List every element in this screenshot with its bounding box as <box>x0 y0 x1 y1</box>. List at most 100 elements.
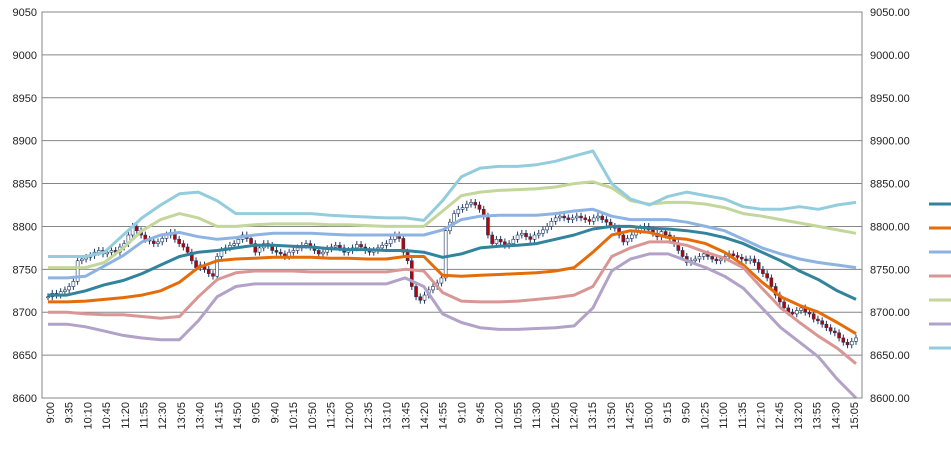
candle-body <box>384 243 389 246</box>
y-tick-label-left: 8750 <box>13 264 37 276</box>
x-tick-label: 9:15 <box>662 402 674 423</box>
x-tick-label: 14:50 <box>232 402 244 430</box>
x-tick-label: 9:05 <box>251 402 263 423</box>
candle-body <box>570 217 575 220</box>
candle-body <box>748 258 753 262</box>
candle-body <box>553 217 558 222</box>
candle-body <box>431 286 435 291</box>
candle-body <box>249 238 253 244</box>
candle-body <box>520 233 524 236</box>
candle-body <box>604 219 609 223</box>
candle-body <box>439 277 444 284</box>
candle-body <box>359 244 363 248</box>
y-tick-label-left: 8800 <box>13 221 37 233</box>
x-tick-label: 10:15 <box>288 402 300 430</box>
x-tick-label: 14:55 <box>438 402 450 430</box>
x-tick-label: 14:15 <box>213 402 225 430</box>
candle-body <box>456 208 461 214</box>
candle-body <box>473 202 478 206</box>
candlesticks <box>46 198 858 349</box>
candle-body <box>541 229 545 234</box>
candle-body <box>845 341 850 346</box>
x-tick-label: 11:25 <box>325 402 337 429</box>
candle-body <box>811 313 816 320</box>
candle-body <box>143 234 148 240</box>
indicator-lines <box>48 149 858 400</box>
candle-body <box>549 220 554 227</box>
candle-body <box>477 204 482 210</box>
candle-body <box>211 273 215 277</box>
candle-body <box>528 236 533 240</box>
candle-body <box>854 337 858 342</box>
candle-body <box>799 307 803 311</box>
candle-body <box>465 203 469 208</box>
candle-body <box>558 215 562 219</box>
candle-body <box>574 215 579 219</box>
x-tick-label: 11:55 <box>138 402 150 429</box>
x-tick-label: 10:45 <box>101 402 113 430</box>
candle-body <box>316 250 321 255</box>
candle-body <box>185 246 190 253</box>
x-tick-label: 13:45 <box>400 402 412 430</box>
candle-body <box>452 213 456 223</box>
series-line-3 <box>48 207 857 280</box>
candle-body <box>536 233 541 236</box>
candle-body <box>109 250 114 253</box>
x-tick-label: 13:55 <box>812 402 824 430</box>
candle-body <box>232 243 236 246</box>
y-tick-label-left: 8900 <box>13 136 37 148</box>
x-tick-label: 10:55 <box>512 402 524 430</box>
candle-body <box>511 239 516 244</box>
candle-body <box>765 273 769 279</box>
candle-body <box>469 202 473 205</box>
candle-body <box>828 327 833 332</box>
x-tick-label: 14:20 <box>419 402 431 430</box>
candle-body <box>236 239 241 244</box>
y-tick-label-right: 8600.00 <box>870 393 910 405</box>
candle-body <box>291 250 296 253</box>
y-tick-label-right: 8950.00 <box>870 93 910 105</box>
candle-body <box>304 243 308 246</box>
candle-body <box>837 332 841 339</box>
candle-body <box>718 258 723 262</box>
candle-body <box>756 262 761 270</box>
x-tick-label: 9:00 <box>45 402 57 423</box>
y-tick-label-left: 9050 <box>13 7 37 19</box>
candle-body <box>824 323 829 328</box>
candle-body <box>295 247 300 251</box>
candle-body <box>710 256 714 260</box>
x-tick-label: 12:40 <box>569 402 581 430</box>
candle-body <box>752 258 757 263</box>
x-tick-label: 11:35 <box>737 402 749 429</box>
candle-body <box>151 240 156 244</box>
y-tick-label-left: 8950 <box>13 93 37 105</box>
x-tick-label: 14:25 <box>625 402 637 430</box>
candle-body <box>278 251 283 255</box>
y-tick-label-left: 8850 <box>13 179 37 191</box>
candle-body <box>460 207 465 210</box>
candle-body <box>490 234 494 244</box>
candle-body <box>600 215 604 220</box>
x-tick-label: 12:00 <box>344 402 356 430</box>
legend <box>929 202 951 350</box>
candle-body <box>418 296 423 301</box>
candle-body <box>194 260 198 268</box>
y-tick-label-left: 8600 <box>13 393 37 405</box>
candle-body <box>532 234 537 240</box>
candle-body <box>701 253 706 257</box>
candle-body <box>782 301 786 309</box>
x-tick-label: 13:05 <box>176 402 188 430</box>
candle-body <box>63 289 67 292</box>
x-tick-label: 13:20 <box>793 402 805 430</box>
x-tick-label: 10:25 <box>699 402 711 430</box>
x-tick-label: 15:05 <box>849 402 861 430</box>
candle-body <box>156 241 160 244</box>
candle-body <box>714 258 719 262</box>
y-tick-label-right: 8700.00 <box>870 307 910 319</box>
x-tick-label: 13:10 <box>382 402 394 430</box>
x-tick-label: 10:10 <box>82 402 94 430</box>
x-tick-label: 13:40 <box>195 402 207 430</box>
y-axis-right-labels: 8600.00 8650.00 8700.00 8750.00 8800.00 8850.… <box>870 7 910 405</box>
candle-body <box>591 217 596 222</box>
candle-body <box>177 239 181 244</box>
